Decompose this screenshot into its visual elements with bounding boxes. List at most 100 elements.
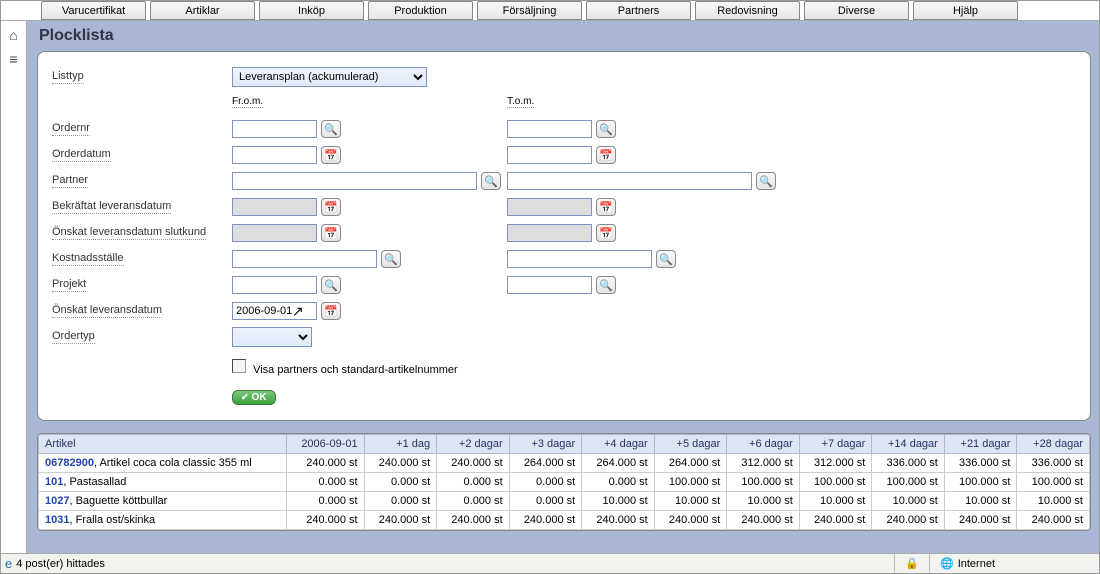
- article-link[interactable]: 1031: [45, 514, 69, 526]
- ok-button[interactable]: OK: [232, 390, 276, 405]
- article-link[interactable]: 101: [45, 476, 63, 488]
- tab-diverse[interactable]: Diverse: [804, 1, 909, 20]
- kostnad-to-input[interactable]: [507, 250, 652, 268]
- article-cell: 1031, Fralla ost/skinka: [39, 511, 287, 530]
- bekraftat-to-input: [507, 198, 592, 216]
- ordernr-to-input[interactable]: [507, 120, 592, 138]
- partner-to-input[interactable]: [507, 172, 752, 190]
- value-cell: 240.000 st: [286, 511, 364, 530]
- col-header[interactable]: +4 dagar: [582, 435, 655, 454]
- onskat-slutkund-from-input: [232, 224, 317, 242]
- table-row: 06782900, Artikel coca cola classic 355 …: [39, 454, 1090, 473]
- col-header[interactable]: +7 dagar: [799, 435, 872, 454]
- search-icon[interactable]: 🔍: [321, 276, 341, 294]
- tab-inköp[interactable]: Inköp: [259, 1, 364, 20]
- results-panel: Artikel2006-09-01+1 dag+2 dagar+3 dagar+…: [37, 433, 1091, 531]
- tab-varucertifikat[interactable]: Varucertifikat: [41, 1, 146, 20]
- article-cell: 06782900, Artikel coca cola classic 355 …: [39, 454, 287, 473]
- value-cell: 100.000 st: [1017, 473, 1090, 492]
- value-cell: 264.000 st: [582, 454, 655, 473]
- search-icon[interactable]: 🔍: [381, 250, 401, 268]
- value-cell: 0.000 st: [364, 473, 437, 492]
- kostnad-from-input[interactable]: [232, 250, 377, 268]
- orderdatum-to-input[interactable]: [507, 146, 592, 164]
- value-cell: 240.000 st: [437, 454, 510, 473]
- tom-label: T.o.m.: [507, 96, 534, 108]
- value-cell: 240.000 st: [437, 511, 510, 530]
- value-cell: 100.000 st: [654, 473, 727, 492]
- search-icon[interactable]: 🔍: [656, 250, 676, 268]
- value-cell: 0.000 st: [509, 473, 582, 492]
- col-header[interactable]: +2 dagar: [437, 435, 510, 454]
- search-icon[interactable]: 🔍: [596, 276, 616, 294]
- value-cell: 10.000 st: [1017, 492, 1090, 511]
- col-header[interactable]: +14 dagar: [872, 435, 945, 454]
- value-cell: 240.000 st: [727, 511, 800, 530]
- orderdatum-from-input[interactable]: [232, 146, 317, 164]
- onskat-input[interactable]: [232, 302, 317, 320]
- article-link[interactable]: 1027: [45, 495, 69, 507]
- value-cell: 240.000 st: [1017, 511, 1090, 530]
- calendar-icon[interactable]: 📅: [321, 198, 341, 216]
- partner-from-input[interactable]: [232, 172, 477, 190]
- partner-label: Partner: [52, 174, 88, 188]
- search-icon[interactable]: 🔍: [756, 172, 776, 190]
- calendar-icon[interactable]: 📅: [321, 302, 341, 320]
- status-bar: e 4 post(er) hittades 🔒 🌐Internet: [1, 553, 1099, 573]
- tab-artiklar[interactable]: Artiklar: [150, 1, 255, 20]
- article-cell: 1027, Baguette köttbullar: [39, 492, 287, 511]
- value-cell: 100.000 st: [799, 473, 872, 492]
- onskat-slutkund-label: Önskat leveransdatum slutkund: [52, 226, 206, 240]
- col-header[interactable]: +5 dagar: [654, 435, 727, 454]
- globe-icon: 🌐: [940, 557, 954, 570]
- calendar-icon[interactable]: 📅: [321, 146, 341, 164]
- left-gutter: ⌂ ≡: [1, 21, 27, 553]
- article-cell: 101, Pastasallad: [39, 473, 287, 492]
- list-icon[interactable]: ≡: [9, 51, 17, 67]
- value-cell: 312.000 st: [799, 454, 872, 473]
- zone-label: Internet: [958, 558, 995, 570]
- col-header[interactable]: +6 dagar: [727, 435, 800, 454]
- search-icon[interactable]: 🔍: [481, 172, 501, 190]
- value-cell: 240.000 st: [286, 454, 364, 473]
- projekt-to-input[interactable]: [507, 276, 592, 294]
- value-cell: 0.000 st: [286, 492, 364, 511]
- lock-icon: 🔒: [905, 557, 919, 570]
- results-table: Artikel2006-09-01+1 dag+2 dagar+3 dagar+…: [38, 434, 1090, 530]
- show-partners-checkbox[interactable]: [232, 359, 246, 373]
- value-cell: 0.000 st: [509, 492, 582, 511]
- listtyp-label: Listtyp: [52, 70, 84, 84]
- onskat-label: Önskat leveransdatum: [52, 304, 162, 318]
- tab-försäljning[interactable]: Försäljning: [477, 1, 582, 20]
- value-cell: 240.000 st: [509, 511, 582, 530]
- ordernr-from-input[interactable]: [232, 120, 317, 138]
- tab-redovisning[interactable]: Redovisning: [695, 1, 800, 20]
- col-header[interactable]: +21 dagar: [944, 435, 1017, 454]
- tab-hjälp[interactable]: Hjälp: [913, 1, 1018, 20]
- ordernr-label: Ordernr: [52, 122, 90, 136]
- show-partners-label: Visa partners och standard-artikelnummer: [253, 364, 458, 376]
- calendar-icon[interactable]: 📅: [596, 198, 616, 216]
- page-title: Plocklista: [37, 25, 1091, 51]
- col-header[interactable]: +1 dag: [364, 435, 437, 454]
- value-cell: 336.000 st: [1017, 454, 1090, 473]
- tab-partners[interactable]: Partners: [586, 1, 691, 20]
- projekt-from-input[interactable]: [232, 276, 317, 294]
- tab-produktion[interactable]: Produktion: [368, 1, 473, 20]
- col-header[interactable]: 2006-09-01: [286, 435, 364, 454]
- col-header[interactable]: +3 dagar: [509, 435, 582, 454]
- col-header[interactable]: +28 dagar: [1017, 435, 1090, 454]
- col-header[interactable]: Artikel: [39, 435, 287, 454]
- calendar-icon[interactable]: 📅: [596, 146, 616, 164]
- status-message: 4 post(er) hittades: [16, 558, 105, 570]
- listtyp-select[interactable]: Leveransplan (ackumulerad): [232, 67, 427, 87]
- search-icon[interactable]: 🔍: [321, 120, 341, 138]
- article-link[interactable]: 06782900: [45, 457, 94, 469]
- calendar-icon[interactable]: 📅: [321, 224, 341, 242]
- home-icon[interactable]: ⌂: [9, 27, 17, 43]
- value-cell: 240.000 st: [582, 511, 655, 530]
- search-icon[interactable]: 🔍: [596, 120, 616, 138]
- calendar-icon[interactable]: 📅: [596, 224, 616, 242]
- value-cell: 0.000 st: [437, 473, 510, 492]
- ordertyp-select[interactable]: [232, 327, 312, 347]
